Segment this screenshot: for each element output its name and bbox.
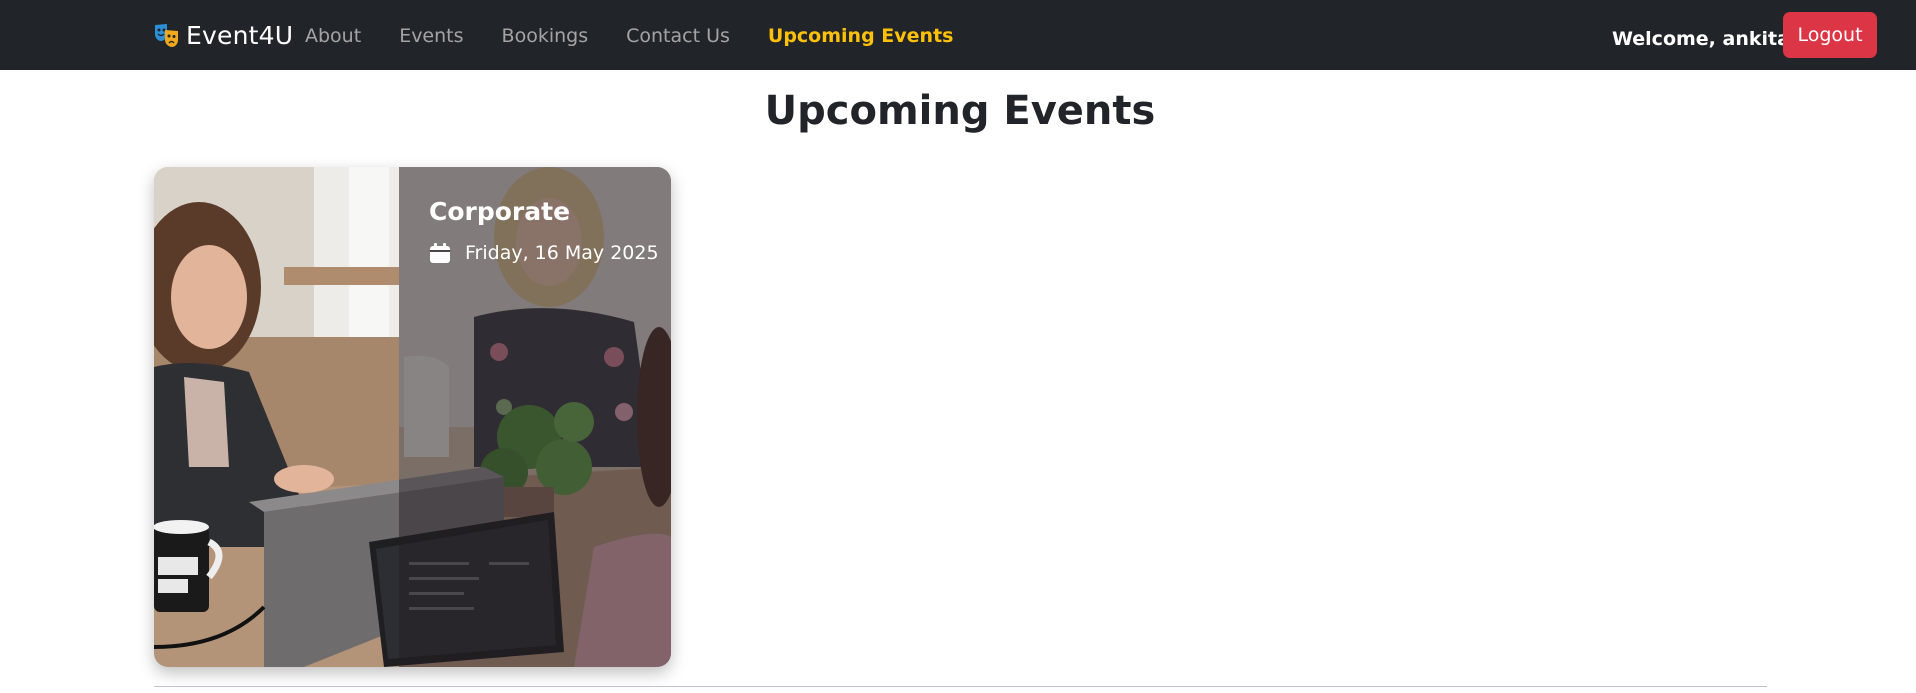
section-divider xyxy=(154,686,1767,687)
nav-link-bookings[interactable]: Bookings xyxy=(502,25,589,47)
theater-masks-icon xyxy=(154,22,180,48)
nav-links: About Events Bookings Contact Us Upcomin… xyxy=(305,20,991,52)
nav-link-events[interactable]: Events xyxy=(399,25,463,47)
event-title: Corporate xyxy=(429,197,571,226)
brand-link[interactable]: Event4U xyxy=(154,19,293,51)
brand-name: Event4U xyxy=(186,20,294,50)
calendar-icon xyxy=(429,242,451,264)
logout-button[interactable]: Logout xyxy=(1783,12,1877,58)
page-title: Upcoming Events xyxy=(764,88,1156,134)
event-date: Friday, 16 May 2025 xyxy=(465,242,659,264)
event-date-row: Friday, 16 May 2025 xyxy=(429,242,659,264)
nav-link-about[interactable]: About xyxy=(305,25,361,47)
nav-link-contact-us[interactable]: Contact Us xyxy=(626,25,730,47)
navbar: Event4U About Events Bookings Contact Us… xyxy=(0,0,1916,70)
nav-link-upcoming-events[interactable]: Upcoming Events xyxy=(768,25,954,47)
event-card-corporate[interactable]: Corporate Friday, 16 May 2025 xyxy=(154,167,671,667)
welcome-text: Welcome, ankita xyxy=(1612,28,1790,50)
